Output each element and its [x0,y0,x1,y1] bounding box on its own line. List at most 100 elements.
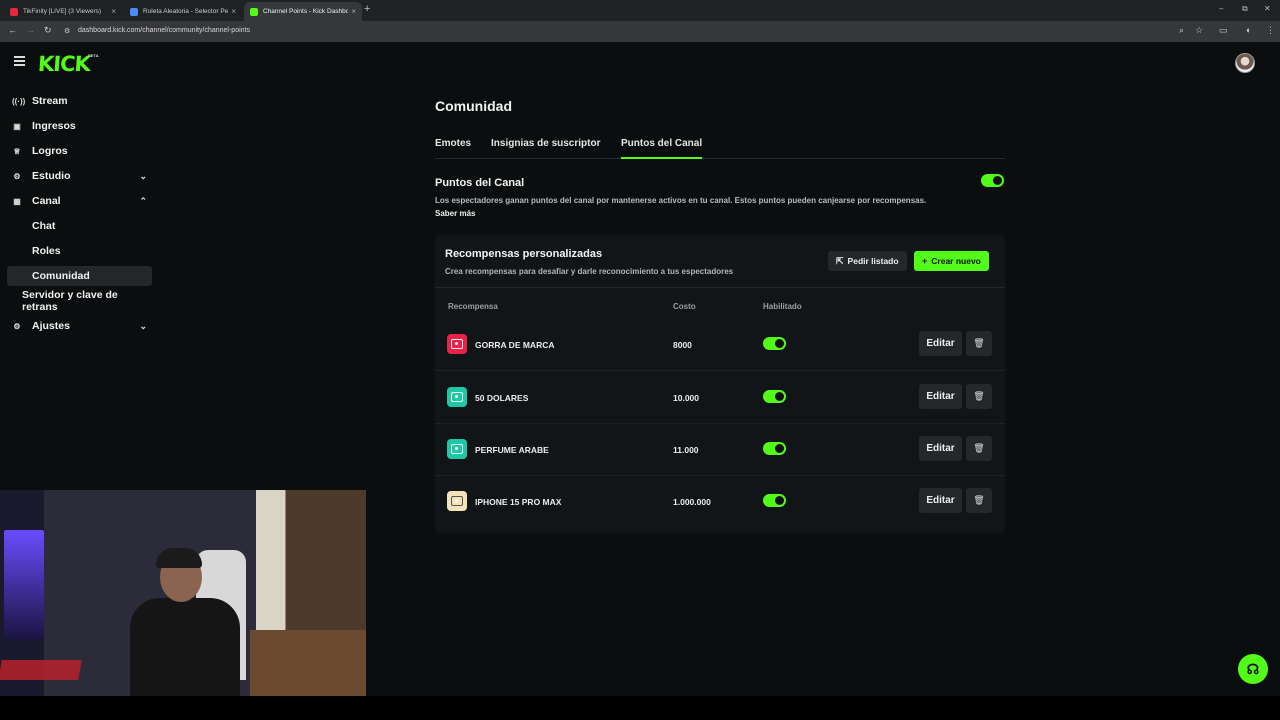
zoom-icon[interactable]: ⌕ [1179,25,1184,36]
ticket-icon [447,334,467,354]
rewards-card-header: Recompensas personalizadas Crea recompen… [435,235,1005,288]
broadcast-icon: ((·)) [12,96,26,106]
browser-tab[interactable]: Ruleta Aleatoria - Selector Pers... × [124,2,242,21]
reward-enabled-toggle[interactable] [763,494,786,507]
delete-reward-icon[interactable]: 🗑 [966,436,992,461]
learn-more-link[interactable]: Saber más [435,209,475,218]
sidebar-item-comunidad[interactable]: Comunidad [7,266,152,286]
reward-row: GORRA DE MARCA 8000 Editar 🗑 [435,319,1005,371]
url-input[interactable]: dashboard.kick.com/channel/community/cha… [78,27,250,34]
request-list-button[interactable]: ⇱ Pedir listado [828,251,907,271]
edit-reward-button[interactable]: Editar [919,331,962,356]
ticket-icon [447,491,467,511]
channel-points-title: Puntos del Canal [435,177,525,189]
page-title: Comunidad [435,98,512,114]
kick-dashboard: KICK BETA ((·)) Stream ▣ Ingresos ♕ Logr… [0,42,1280,696]
reward-enabled-toggle[interactable] [763,442,786,455]
menu-dots-icon[interactable]: ⋮ [1266,25,1275,36]
sidebar-item-label: Logros [32,145,68,157]
new-tab-icon[interactable]: + [364,3,370,15]
sidebar-item-label: Chat [32,220,56,232]
kick-favicon-icon [250,7,258,16]
tab-insignias[interactable]: Insignias de suscriptor [491,138,600,149]
browser-tab[interactable]: TikFinity [LIVE] (3 Viewers) × [4,2,122,21]
support-chat-icon[interactable]: ☊ [1238,654,1268,684]
channel-points-toggle[interactable] [981,174,1004,187]
browser-tab-active[interactable]: Channel Points - Kick Dashboard × [244,2,362,21]
restore-icon[interactable]: ⧉ [1242,4,1248,14]
close-tab-icon[interactable]: × [111,7,116,16]
edit-reward-button[interactable]: Editar [919,384,962,409]
sidebar-item-logros[interactable]: ♕ Logros [7,141,152,161]
rewards-subtitle: Crea recompensas para desafiar y darle r… [445,267,734,276]
column-header-reward: Recompensa [448,302,498,311]
back-icon[interactable]: ← [8,25,17,35]
ticket-icon [447,387,467,407]
sidebar-item-chat[interactable]: Chat [7,216,152,236]
sidebar-item-stream[interactable]: ((·)) Stream [7,91,152,111]
close-tab-icon[interactable]: × [351,7,356,16]
webcam-keyboard [0,660,82,680]
sidepanel-icon[interactable]: ▭ [1219,25,1228,36]
sidebar-item-label: Estudio [32,170,71,182]
kick-logo[interactable]: KICK [37,52,90,76]
chevron-down-icon: ⌄ [139,320,147,331]
edit-reward-button[interactable]: Editar [919,436,962,461]
site-info-icon[interactable]: ⚙ [64,27,70,35]
channel-icon: ▦ [13,196,21,206]
chevron-up-icon: ⌃ [139,195,147,206]
webcam-floor [250,630,366,696]
reward-enabled-toggle[interactable] [763,390,786,403]
close-window-icon[interactable]: ✕ [1264,4,1271,13]
webcam-overlay [0,490,366,696]
webcam-person-cap [156,548,202,568]
webcam-person-body [130,598,240,696]
reward-row: IPHONE 15 PRO MAX 1.000.000 Editar 🗑 [435,476,1005,528]
bottom-strip [0,696,1280,720]
channel-points-description: Los espectadores ganan puntos del canal … [435,196,927,205]
bookmark-star-icon[interactable]: ☆ [1195,25,1203,36]
extension-icon[interactable]: ◐ [1246,25,1251,35]
close-tab-icon[interactable]: × [231,7,236,16]
tab-puntos-del-canal[interactable]: Puntos del Canal [621,138,703,159]
reload-icon[interactable]: ↻ [44,25,52,36]
sidebar-item-label: Roles [32,245,61,257]
delete-reward-icon[interactable]: 🗑 [966,331,992,356]
create-new-button[interactable]: + Crear nuevo [914,251,989,271]
chevron-down-icon: ⌄ [139,170,147,181]
create-new-label: Crear nuevo [931,256,981,266]
user-avatar[interactable] [1235,53,1255,73]
delete-reward-icon[interactable]: 🗑 [966,488,992,513]
sidebar-item-roles[interactable]: Roles [7,241,152,261]
ticket-icon [447,439,467,459]
browser-tab-title: Channel Points - Kick Dashboard [263,8,348,15]
delete-reward-icon[interactable]: 🗑 [966,384,992,409]
forward-icon[interactable]: → [26,25,35,35]
sidebar-item-servidor[interactable]: Servidor y clave de retrans [7,289,152,313]
reward-name: 50 DOLARES [475,393,529,403]
reward-row: 50 DOLARES 10.000 Editar 🗑 [435,372,1005,424]
reward-cost: 10.000 [673,393,699,403]
minimize-icon[interactable]: – [1219,4,1223,13]
sidebar-item-label: Comunidad [32,270,90,282]
reward-cost: 1.000.000 [673,497,711,507]
community-tabs: Emotes Insignias de suscriptor Puntos de… [435,138,1005,159]
reward-enabled-toggle[interactable] [763,337,786,350]
reward-row: PERFUME ARABE 11.000 Editar 🗑 [435,424,1005,476]
column-header-enabled: Habilitado [763,302,802,311]
plus-icon: + [922,256,928,266]
sidebar-item-label: Ingresos [32,120,76,132]
edit-reward-button[interactable]: Editar [919,488,962,513]
sidebar-item-canal[interactable]: ▦ Canal ⌃ [7,191,152,211]
browser-tab-title: Ruleta Aleatoria - Selector Pers... [143,8,228,15]
sidebar-item-ingresos[interactable]: ▣ Ingresos [7,116,152,136]
sidebar-item-label: Stream [32,95,68,107]
hamburger-menu-icon[interactable] [14,56,25,68]
tab-emotes[interactable]: Emotes [435,138,471,149]
custom-rewards-card: Recompensas personalizadas Crea recompen… [435,235,1005,533]
sidebar-item-ajustes[interactable]: ⚙ Ajustes ⌄ [7,316,152,336]
reward-cost: 8000 [673,340,692,350]
sidebar-item-estudio[interactable]: ⚙ Estudio ⌄ [7,166,152,186]
rewards-title: Recompensas personalizadas [445,248,603,260]
wallet-icon: ▣ [13,121,21,131]
